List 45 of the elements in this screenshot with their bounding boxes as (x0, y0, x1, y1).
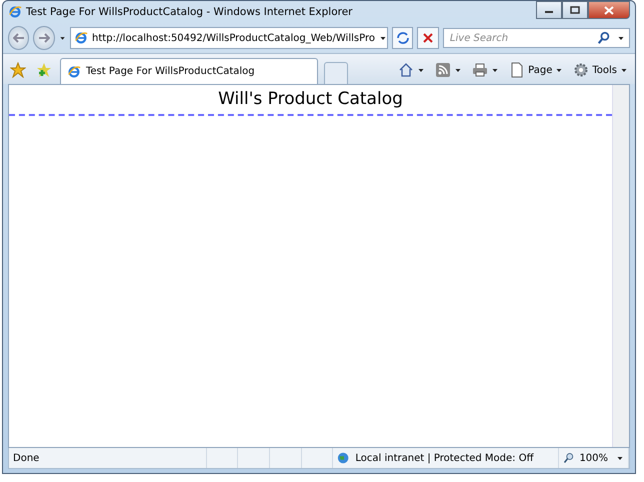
caret-icon[interactable] (616, 454, 624, 462)
caret-icon[interactable] (620, 66, 628, 74)
caret-icon[interactable] (417, 66, 426, 74)
page-icon (509, 62, 526, 78)
printer-icon (472, 62, 488, 78)
caret-icon[interactable] (617, 34, 626, 42)
search-box[interactable]: Live Search (442, 28, 630, 48)
caret-icon[interactable] (454, 66, 462, 74)
caret-icon[interactable] (491, 66, 500, 74)
gear-icon (573, 62, 590, 78)
caret-icon[interactable] (555, 66, 564, 74)
browser-logo-icon (8, 5, 22, 19)
globe-icon (337, 451, 352, 465)
maximize-button[interactable] (562, 1, 588, 19)
browser-logo-icon (67, 64, 81, 78)
forward-arrow-icon (38, 33, 50, 43)
feed-icon (435, 62, 452, 78)
minimize-button[interactable] (536, 1, 562, 19)
page-menu-button[interactable]: Page (507, 59, 566, 81)
stop-icon (422, 32, 434, 44)
star-plus-icon (36, 62, 52, 78)
browser-tab[interactable]: Test Page For WillsProductCatalog (60, 58, 318, 84)
caret-icon[interactable] (58, 34, 66, 42)
zoom-icon (563, 452, 576, 464)
stop-button[interactable] (417, 27, 439, 49)
maximize-icon (570, 6, 580, 14)
search-icon[interactable] (597, 31, 612, 45)
zoom-button[interactable]: 100% (559, 448, 630, 468)
address-field[interactable]: http://localhost:50492/WillsProductCatalog_Web/WillsPro (70, 27, 388, 49)
back-arrow-icon (12, 33, 25, 43)
status-text: Done (9, 448, 207, 468)
page-heading: Will's Product Catalog (9, 85, 612, 116)
close-button[interactable] (588, 1, 630, 19)
caret-icon[interactable] (378, 34, 387, 42)
refresh-icon (396, 31, 410, 45)
close-icon (604, 6, 614, 14)
tools-menu-button[interactable]: Tools (571, 59, 630, 81)
scrollbar[interactable] (612, 85, 629, 447)
refresh-button[interactable] (392, 27, 414, 49)
browser-logo-icon (74, 31, 88, 45)
security-zone-label: Local intranet | Protected Mode: Off (333, 448, 560, 468)
home-icon (398, 62, 414, 78)
star-icon (10, 62, 26, 78)
window-title: Test Page For WillsProductCatalog - Windows Internet Explorer (26, 6, 354, 18)
back-button[interactable] (8, 26, 30, 50)
